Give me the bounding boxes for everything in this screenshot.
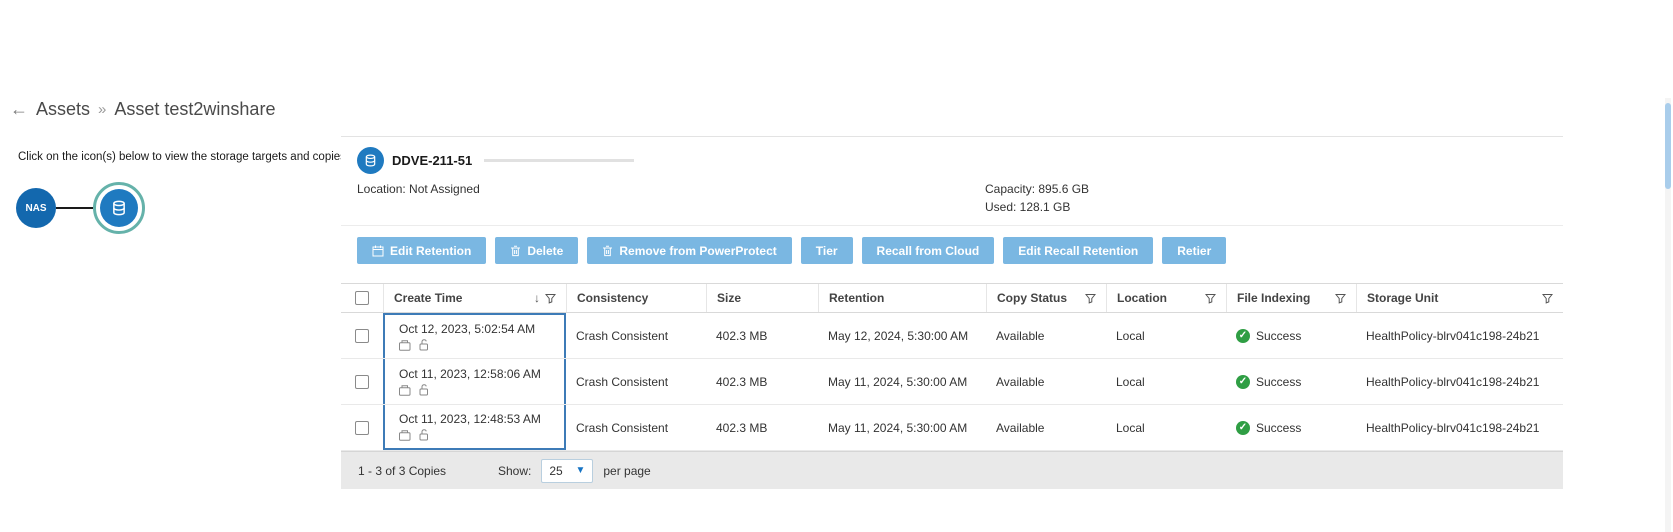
copies-toolbar: Edit Retention Delete Remove from PowerP… (357, 237, 1226, 264)
storage-unit-cell: HealthPolicy-blrv041c198-24b21 (1356, 405, 1563, 450)
storage-map-instruction: Click on the icon(s) below to view the s… (18, 151, 349, 163)
breadcrumb-separator: » (98, 101, 106, 118)
location-cell: Local (1106, 313, 1226, 358)
filter-icon[interactable] (1085, 293, 1096, 304)
database-badge (357, 147, 384, 174)
create-time-cell[interactable]: Oct 12, 2023, 5:02:54 AM (383, 313, 566, 358)
remove-from-powerprotect-button[interactable]: Remove from PowerProtect (587, 237, 791, 264)
select-all-checkbox[interactable] (355, 291, 369, 305)
table-row[interactable]: Oct 11, 2023, 12:58:06 AM Crash Consiste… (341, 359, 1563, 405)
column-header-storage-unit[interactable]: Storage Unit (1356, 284, 1563, 312)
storage-target-detail-panel: DDVE-211-51 Location: Not Assigned Capac… (341, 136, 1563, 532)
pagination-summary: 1 - 3 of 3 Copies (358, 464, 488, 478)
breadcrumb-assets-link[interactable]: Assets (36, 99, 90, 120)
database-icon (364, 154, 377, 167)
pagination-bar: 1 - 3 of 3 Copies Show: 25 ▼ per page (341, 451, 1563, 489)
retention-cell: May 11, 2024, 5:30:00 AM (818, 405, 986, 450)
row-checkbox[interactable] (355, 329, 369, 343)
chevron-down-icon: ▼ (575, 465, 585, 476)
storage-target-node-selected[interactable] (93, 182, 145, 234)
column-header-copy-status[interactable]: Copy Status (986, 284, 1106, 312)
database-icon (111, 200, 127, 216)
copy-status-cell: Available (986, 313, 1106, 358)
success-check-icon: ✓ (1236, 329, 1250, 343)
retention-cell: May 12, 2024, 5:30:00 AM (818, 313, 986, 358)
copy-type-icon (399, 385, 412, 396)
unlocked-icon (419, 384, 429, 396)
page-title: Asset test2winshare (114, 99, 275, 120)
recall-from-cloud-button[interactable]: Recall from Cloud (862, 237, 995, 264)
edit-retention-button[interactable]: Edit Retention (357, 237, 486, 264)
location-cell: Local (1106, 359, 1226, 404)
size-cell: 402.3 MB (706, 359, 818, 404)
unlocked-icon (419, 429, 429, 441)
storage-capacity: Capacity: 895.6 GB (985, 180, 1089, 198)
nas-node[interactable]: NAS (16, 188, 56, 228)
redacted-text (484, 159, 634, 162)
column-header-create-time[interactable]: Create Time ↓ (383, 284, 566, 312)
table-row[interactable]: Oct 11, 2023, 12:48:53 AM Crash Consiste… (341, 405, 1563, 451)
breadcrumb: ← Assets » Asset test2winshare (10, 99, 275, 120)
consistency-cell: Crash Consistent (566, 313, 706, 358)
vertical-scrollbar-thumb[interactable] (1665, 103, 1671, 189)
delete-button[interactable]: Delete (495, 237, 578, 264)
copies-table: Create Time ↓ Consistency Size Retention… (341, 283, 1563, 451)
column-header-file-indexing[interactable]: File Indexing (1226, 284, 1356, 312)
storage-unit-cell: HealthPolicy-blrv041c198-24b21 (1356, 313, 1563, 358)
row-checkbox[interactable] (355, 421, 369, 435)
unlocked-icon (419, 339, 429, 351)
create-time-cell[interactable]: Oct 11, 2023, 12:58:06 AM (383, 359, 566, 404)
copy-type-icon (399, 340, 412, 351)
size-cell: 402.3 MB (706, 405, 818, 450)
sort-desc-icon[interactable]: ↓ (534, 291, 540, 305)
back-arrow-icon[interactable]: ← (10, 99, 28, 120)
create-time-cell[interactable]: Oct 11, 2023, 12:48:53 AM (383, 405, 566, 450)
trash-icon (602, 245, 613, 257)
table-row[interactable]: Oct 12, 2023, 5:02:54 AM Crash Consisten… (341, 313, 1563, 359)
tier-button[interactable]: Tier (801, 237, 853, 264)
column-header-consistency[interactable]: Consistency (566, 284, 706, 312)
storage-unit-cell: HealthPolicy-blrv041c198-24b21 (1356, 359, 1563, 404)
file-indexing-cell: ✓ Success (1226, 405, 1356, 450)
node-connector-line (56, 207, 93, 209)
table-header-row: Create Time ↓ Consistency Size Retention… (341, 283, 1563, 313)
calendar-edit-icon (372, 245, 384, 257)
copy-status-cell: Available (986, 405, 1106, 450)
storage-used: Used: 128.1 GB (985, 198, 1089, 216)
column-header-retention[interactable]: Retention (818, 284, 986, 312)
success-check-icon: ✓ (1236, 375, 1250, 389)
retention-cell: May 11, 2024, 5:30:00 AM (818, 359, 986, 404)
location-cell: Local (1106, 405, 1226, 450)
page-size-label: Show: (498, 464, 531, 478)
filter-icon[interactable] (1335, 293, 1346, 304)
row-checkbox[interactable] (355, 375, 369, 389)
header-divider (341, 225, 1563, 226)
capacity-block: Capacity: 895.6 GB Used: 128.1 GB (985, 180, 1089, 216)
storage-target-name: DDVE-211-51 (392, 153, 472, 168)
file-indexing-cell: ✓ Success (1226, 359, 1356, 404)
filter-icon[interactable] (545, 293, 556, 304)
copy-type-icon (399, 430, 412, 441)
nas-node-label: NAS (25, 203, 46, 214)
copy-status-cell: Available (986, 359, 1106, 404)
size-cell: 402.3 MB (706, 313, 818, 358)
retier-button[interactable]: Retier (1162, 237, 1226, 264)
consistency-cell: Crash Consistent (566, 405, 706, 450)
success-check-icon: ✓ (1236, 421, 1250, 435)
filter-icon[interactable] (1542, 293, 1553, 304)
column-header-size[interactable]: Size (706, 284, 818, 312)
filter-icon[interactable] (1205, 293, 1216, 304)
edit-recall-retention-button[interactable]: Edit Recall Retention (1003, 237, 1153, 264)
file-indexing-cell: ✓ Success (1226, 313, 1356, 358)
trash-icon (510, 245, 521, 257)
page-size-select[interactable]: 25 ▼ (541, 459, 593, 483)
storage-target-node-circle (100, 189, 138, 227)
per-page-label: per page (603, 464, 650, 478)
storage-location: Location: Not Assigned (357, 182, 480, 196)
page-size-value: 25 (549, 464, 562, 478)
column-header-location[interactable]: Location (1106, 284, 1226, 312)
consistency-cell: Crash Consistent (566, 359, 706, 404)
